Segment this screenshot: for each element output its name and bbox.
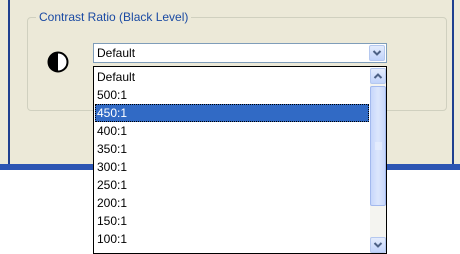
list-item[interactable]: 150:1 xyxy=(95,212,369,230)
combo-selected-value: Default xyxy=(97,46,136,60)
list-item[interactable]: 500:1 xyxy=(95,86,369,104)
list-item[interactable]: 400:1 xyxy=(95,122,369,140)
scrollbar-thumb[interactable] xyxy=(370,86,386,206)
contrast-ratio-combobox[interactable]: Default xyxy=(93,43,387,63)
groupbox-title: Contrast Ratio (Black Level) xyxy=(36,9,192,25)
list-item[interactable]: 100:1 xyxy=(95,230,369,248)
chevron-down-icon xyxy=(373,242,383,248)
chevron-up-icon xyxy=(373,73,383,79)
panel-left-border xyxy=(0,0,10,170)
list-item[interactable]: 250:1 xyxy=(95,176,369,194)
chevron-down-icon xyxy=(372,50,382,56)
scroll-up-button[interactable] xyxy=(370,68,386,84)
contrast-icon xyxy=(47,51,69,73)
scroll-down-button[interactable] xyxy=(370,237,386,253)
panel-right-border xyxy=(452,0,460,170)
list-item[interactable]: 350:1 xyxy=(95,140,369,158)
grip-icon xyxy=(375,142,382,150)
list-item[interactable]: Default xyxy=(95,68,369,86)
list-item[interactable]: 200:1 xyxy=(95,194,369,212)
list-item[interactable]: 300:1 xyxy=(95,158,369,176)
contrast-ratio-dropdown-list[interactable]: Default 500:1 450:1 400:1 350:1 300:1 25… xyxy=(93,66,387,254)
vertical-scrollbar[interactable] xyxy=(370,68,386,253)
combo-dropdown-button[interactable] xyxy=(369,45,385,61)
list-item-selected[interactable]: 450:1 xyxy=(95,104,369,122)
